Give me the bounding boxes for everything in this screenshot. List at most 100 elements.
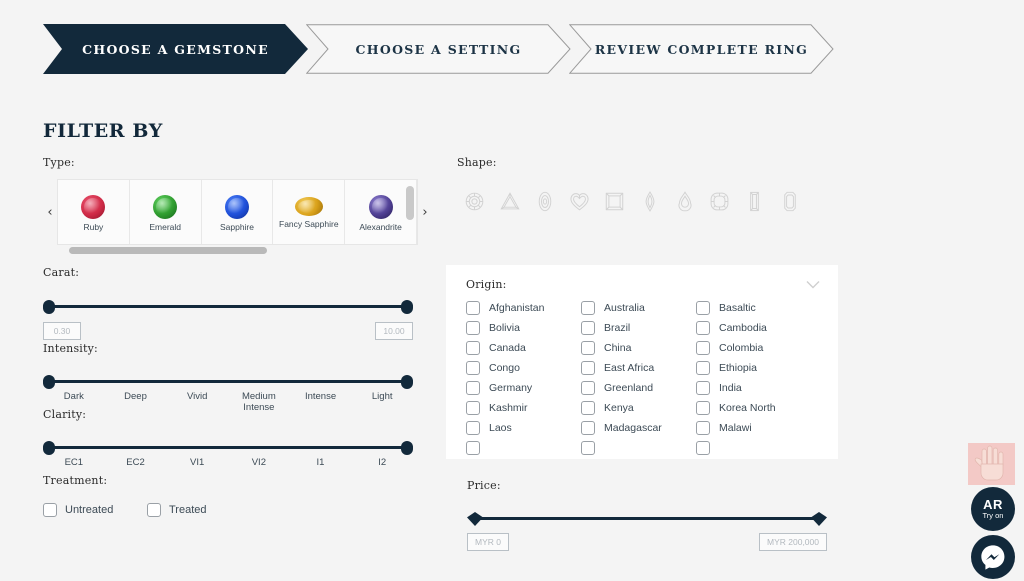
checkbox-icon[interactable] [581,361,595,375]
carousel-scrollbar-track[interactable] [57,245,418,256]
origin-option[interactable]: Korea North [696,401,811,415]
price-max-handle[interactable] [811,512,827,526]
carousel-scrollbar-thumb[interactable] [69,247,267,254]
shape-option-oval[interactable] [527,191,562,212]
carat-slider[interactable] [43,300,413,314]
origin-option[interactable]: Laos [466,421,581,435]
price-max-input[interactable]: MYR 200,000 [759,533,827,551]
clarity-slider[interactable] [43,441,413,455]
checkbox-icon[interactable] [466,421,480,435]
origin-option[interactable]: Canada [466,341,581,355]
shape-option-heart[interactable] [562,191,597,212]
step-choose-a-gemstone[interactable]: CHOOSE A GEMSTONE [43,24,308,74]
intensity-min-handle[interactable] [43,375,55,389]
checkbox-icon[interactable] [466,381,480,395]
checkbox-icon[interactable] [466,361,480,375]
origin-header[interactable]: Origin: [446,265,838,291]
checkbox-icon[interactable] [466,301,480,315]
intensity-slider[interactable] [43,375,413,389]
origin-option[interactable]: Kenya [581,401,696,415]
price-slider[interactable] [467,512,827,526]
checkbox-icon[interactable] [466,441,480,455]
checkbox-icon[interactable] [581,381,595,395]
messenger-chat-button[interactable] [971,535,1015,579]
origin-option-label: Madagascar [604,422,662,434]
origin-option-label: Kenya [604,402,634,414]
intensity-max-handle[interactable] [401,375,413,389]
shape-option-cushion[interactable] [702,191,737,212]
checkbox-icon[interactable] [696,441,710,455]
origin-option[interactable]: China [581,341,696,355]
checkbox-icon[interactable] [147,503,161,517]
carat-max-handle[interactable] [401,300,413,314]
treatment-option-untreated[interactable]: Untreated [43,503,147,517]
checkbox-icon[interactable] [696,301,710,315]
gem-type-item[interactable]: Sapphire [202,180,274,244]
carat-min-handle[interactable] [43,300,55,314]
origin-option[interactable] [466,441,581,455]
checkbox-icon[interactable] [466,321,480,335]
origin-option[interactable]: Cambodia [696,321,811,335]
gem-type-item[interactable]: Ruby [58,180,130,244]
checkbox-icon[interactable] [696,361,710,375]
origin-option[interactable]: East Africa [581,361,696,375]
origin-option[interactable]: Australia [581,301,696,315]
shape-option-marquise[interactable] [632,191,667,212]
checkbox-icon[interactable] [696,321,710,335]
shape-option-pear[interactable] [667,191,702,212]
carat-min-input[interactable]: 0.30 [43,322,81,340]
gem-type-item[interactable]: Fancy Sapphire [273,180,346,244]
ar-tryon-button[interactable]: AR Try on [971,487,1015,531]
shape-option-baguette[interactable] [737,191,772,212]
carat-max-input[interactable]: 10.00 [375,322,413,340]
origin-option[interactable]: Kashmir [466,401,581,415]
step-review-complete-ring[interactable]: REVIEW COMPLETE RING [569,24,834,74]
checkbox-icon[interactable] [696,341,710,355]
shape-option-princess[interactable] [597,191,632,212]
checkbox-icon[interactable] [581,421,595,435]
origin-option[interactable]: Colombia [696,341,811,355]
origin-option[interactable]: Bolivia [466,321,581,335]
origin-option[interactable]: Germany [466,381,581,395]
origin-option[interactable]: Brazil [581,321,696,335]
chevron-down-icon[interactable] [806,280,820,289]
hand-preview-image[interactable] [968,443,1015,485]
type-carousel-viewport[interactable]: Ruby Emerald Sapphire Fancy Sapphire Ale [57,179,418,245]
shape-option-trillion[interactable] [492,191,527,212]
origin-option[interactable]: Basaltic [696,301,811,315]
treatment-option-treated[interactable]: Treated [147,503,251,517]
chevron-left-icon[interactable]: ‹ [43,206,57,219]
gem-type-item[interactable]: Emerald [130,180,202,244]
checkbox-icon[interactable] [696,421,710,435]
origin-option[interactable]: Ethiopia [696,361,811,375]
origin-option[interactable]: India [696,381,811,395]
checkbox-icon[interactable] [696,381,710,395]
origin-option[interactable] [581,441,696,455]
origin-option[interactable]: Congo [466,361,581,375]
price-min-handle[interactable] [467,512,483,526]
checkbox-icon[interactable] [581,341,595,355]
origin-option[interactable]: Madagascar [581,421,696,435]
step-choose-a-setting[interactable]: CHOOSE A SETTING [306,24,571,74]
chevron-right-icon[interactable]: › [418,206,432,219]
checkbox-icon[interactable] [466,341,480,355]
emerald-shape-icon [783,191,796,212]
shape-option-round[interactable] [457,191,492,212]
checkbox-icon[interactable] [43,503,57,517]
checkbox-icon[interactable] [581,321,595,335]
shape-label: Shape: [457,156,497,169]
checkbox-icon[interactable] [581,401,595,415]
checkbox-icon[interactable] [466,401,480,415]
checkbox-icon[interactable] [581,301,595,315]
carousel-vertical-scrollbar[interactable] [406,186,414,220]
origin-option[interactable] [696,441,811,455]
price-min-input[interactable]: MYR 0 [467,533,509,551]
checkbox-icon[interactable] [696,401,710,415]
shape-option-emerald[interactable] [772,191,807,212]
origin-option[interactable]: Greenland [581,381,696,395]
origin-option[interactable]: Malawi [696,421,811,435]
checkbox-icon[interactable] [581,441,595,455]
clarity-min-handle[interactable] [43,441,55,455]
clarity-max-handle[interactable] [401,441,413,455]
origin-option[interactable]: Afghanistan [466,301,581,315]
